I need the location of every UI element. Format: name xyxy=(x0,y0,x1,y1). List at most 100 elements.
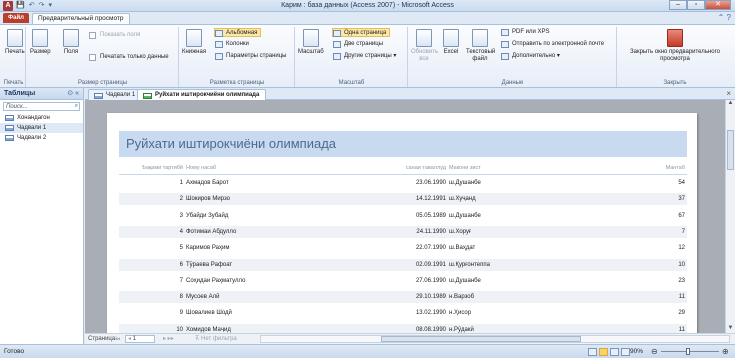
document-area: Чадвали 1 Руйхати иштирокчиёни олимпиада… xyxy=(85,88,735,344)
export-text-button[interactable]: Текстовый файл xyxy=(466,29,495,63)
magnifier-icon xyxy=(302,29,319,47)
nav-item-chadvali-2[interactable]: Чадвали 2 xyxy=(0,133,83,143)
cell-date: 14.12.1991 xyxy=(415,196,446,203)
header-place: Макони зист xyxy=(449,165,481,171)
two-pages-icon xyxy=(333,41,341,48)
export-excel-label: Excel xyxy=(443,49,459,55)
layout-view-icon[interactable] xyxy=(610,348,619,356)
nav-pane-header[interactable]: Таблицы ⊙ « xyxy=(0,88,83,100)
nav-pane-title: Таблицы xyxy=(4,90,36,97)
cell-num: 4 xyxy=(179,228,183,235)
doc-tab-report[interactable]: Руйхати иштирокчиёни олимпиада xyxy=(137,89,267,100)
close-preview-button[interactable]: Закрыть окно предварительного просмотра xyxy=(618,29,732,63)
page-number-input[interactable]: ◂ 1 xyxy=(125,335,155,343)
zoom-slider-knob[interactable] xyxy=(686,348,690,355)
print-data-only-checkbox[interactable]: Печатать только данные xyxy=(89,53,169,62)
landscape-label: Альбомная xyxy=(226,30,258,36)
close-document-icon[interactable]: × xyxy=(726,88,731,100)
first-page-icon[interactable]: ◂◂ xyxy=(115,334,120,344)
cell-score: 54 xyxy=(678,180,685,186)
cell-name: Соҳидаи Раҳматулло xyxy=(186,277,246,284)
nav-search-input[interactable]: Поиск... ⌕ xyxy=(3,102,80,111)
cell-num: 5 xyxy=(179,245,183,252)
pdf-xps-button[interactable]: PDF или XPS xyxy=(501,28,550,37)
group-label-page-size: Размер страницы xyxy=(77,80,128,86)
next-page-icon[interactable]: ▸ ▸▸ xyxy=(163,334,174,344)
cell-num: 1 xyxy=(179,180,183,186)
help-icon[interactable]: ⌃ ? xyxy=(718,13,731,23)
report-row: 10 Хомидов Маҷид 08.08.1990 н.Рӯдакӣ 11 xyxy=(119,323,687,333)
more-export-button[interactable]: Дополнительно ▾ xyxy=(501,52,560,61)
group-print: Печать Печать xyxy=(2,27,26,87)
header-num: Ъақами тартибй xyxy=(141,165,183,171)
more-export-icon xyxy=(501,53,509,60)
report-row: 5 Каримов Раҳим 22.07.1990 ш.Ваҳдат 12 xyxy=(119,242,687,254)
horizontal-scroll-thumb[interactable] xyxy=(381,336,581,342)
horizontal-scrollbar[interactable] xyxy=(260,335,730,343)
one-page-label: Одна страница xyxy=(344,30,387,36)
no-filter-indicator[interactable]: ⊼ Нет фильтра xyxy=(195,334,237,344)
margins-button[interactable]: Поля xyxy=(63,29,79,56)
doc-tab-label: Руйхати иштирокчиёни олимпиада xyxy=(155,92,260,98)
two-pages-button[interactable]: Две страницы xyxy=(333,40,383,49)
cell-place: н.Рӯдакӣ xyxy=(449,326,474,333)
printer-icon xyxy=(6,29,23,47)
print-preview-view-icon[interactable] xyxy=(599,348,608,356)
cell-name: Хомидов Маҷид xyxy=(186,326,231,333)
close-window-button[interactable]: ✕ xyxy=(705,0,731,10)
more-pages-button[interactable]: Другие страницы ▾ xyxy=(333,52,396,61)
refresh-all-button[interactable]: Обновить все xyxy=(411,29,438,63)
cell-score: 29 xyxy=(678,310,685,317)
doc-tab-chadvali-1[interactable]: Чадвали 1 xyxy=(88,89,143,100)
header-name: Ному насаб xyxy=(186,165,217,171)
tab-file[interactable]: Файл xyxy=(3,13,29,23)
search-icon[interactable]: ⌕ xyxy=(75,102,78,110)
header-score: Мантаб xyxy=(665,165,685,171)
table-icon xyxy=(5,115,14,121)
status-text: Готово xyxy=(4,348,25,355)
export-excel-button[interactable]: Excel xyxy=(443,29,459,56)
portrait-button[interactable]: Книжная xyxy=(182,29,206,56)
email-button[interactable]: Отправить по электронной почте xyxy=(501,40,604,49)
close-preview-label: Закрыть окно предварительного просмотра xyxy=(630,49,720,62)
nav-item-honandagon[interactable]: Хонандагон xyxy=(0,113,83,123)
columns-button[interactable]: Колонки xyxy=(215,40,249,49)
nav-item-chadvali-1[interactable]: Чадвали 1 xyxy=(0,123,83,133)
zoom-out-icon[interactable]: ⊖ xyxy=(651,345,658,358)
maximize-button[interactable]: ▫ xyxy=(687,0,705,10)
scroll-up-arrow-icon[interactable]: ▲ xyxy=(726,100,735,108)
group-label-close: Закрыть xyxy=(663,80,687,86)
tab-print-preview[interactable]: Предварительный просмотр xyxy=(32,13,130,24)
nav-item-label: Чадвали 1 xyxy=(17,125,47,131)
view-buttons xyxy=(588,348,630,356)
nav-item-label: Чадвали 2 xyxy=(17,135,47,141)
page-setup-button[interactable]: Параметры страницы xyxy=(215,52,287,61)
email-icon xyxy=(501,41,509,48)
zoom-slider[interactable] xyxy=(661,351,719,352)
scroll-down-arrow-icon[interactable]: ▼ xyxy=(726,325,735,333)
print-button[interactable]: Печать xyxy=(5,29,25,56)
minimize-button[interactable]: – xyxy=(669,0,687,10)
margins-button-label: Поля xyxy=(63,49,79,55)
cell-name: Ахмадов Барот xyxy=(186,180,229,186)
landscape-button[interactable]: Альбомная xyxy=(214,28,262,37)
vertical-scrollbar[interactable]: ▲ ▼ xyxy=(725,100,735,333)
cell-place: н.Варзоб xyxy=(449,294,475,301)
cell-place: ш.Душанбе xyxy=(449,180,481,186)
design-view-icon[interactable] xyxy=(621,348,630,356)
two-pages-label: Две страницы xyxy=(344,41,384,47)
report-row: 7 Соҳидаи Раҳматулло 27.06.1990 ш.Душанбе 23 xyxy=(119,275,687,287)
report-view-icon[interactable] xyxy=(588,348,597,356)
zoom-button[interactable]: Масштаб xyxy=(298,29,324,56)
cell-place: ш.Ваҳдат xyxy=(449,245,476,252)
size-button[interactable]: Размер xyxy=(30,29,51,56)
nav-pane-collapse-icon[interactable]: ⊙ « xyxy=(67,88,79,100)
show-margins-checkbox[interactable]: Показать поля xyxy=(89,31,140,40)
vertical-scroll-thumb[interactable] xyxy=(727,130,734,170)
checkbox-icon xyxy=(89,54,96,61)
title-bar: A 💾 ↶ ↷ ▾ Карим : база данных (Access 20… xyxy=(0,0,735,12)
print-button-label: Печать xyxy=(5,49,25,55)
page-prev-icon[interactable]: ◂ xyxy=(128,336,131,342)
zoom-in-icon[interactable]: ⊕ xyxy=(722,345,729,358)
one-page-button[interactable]: Одна страница xyxy=(332,28,391,37)
